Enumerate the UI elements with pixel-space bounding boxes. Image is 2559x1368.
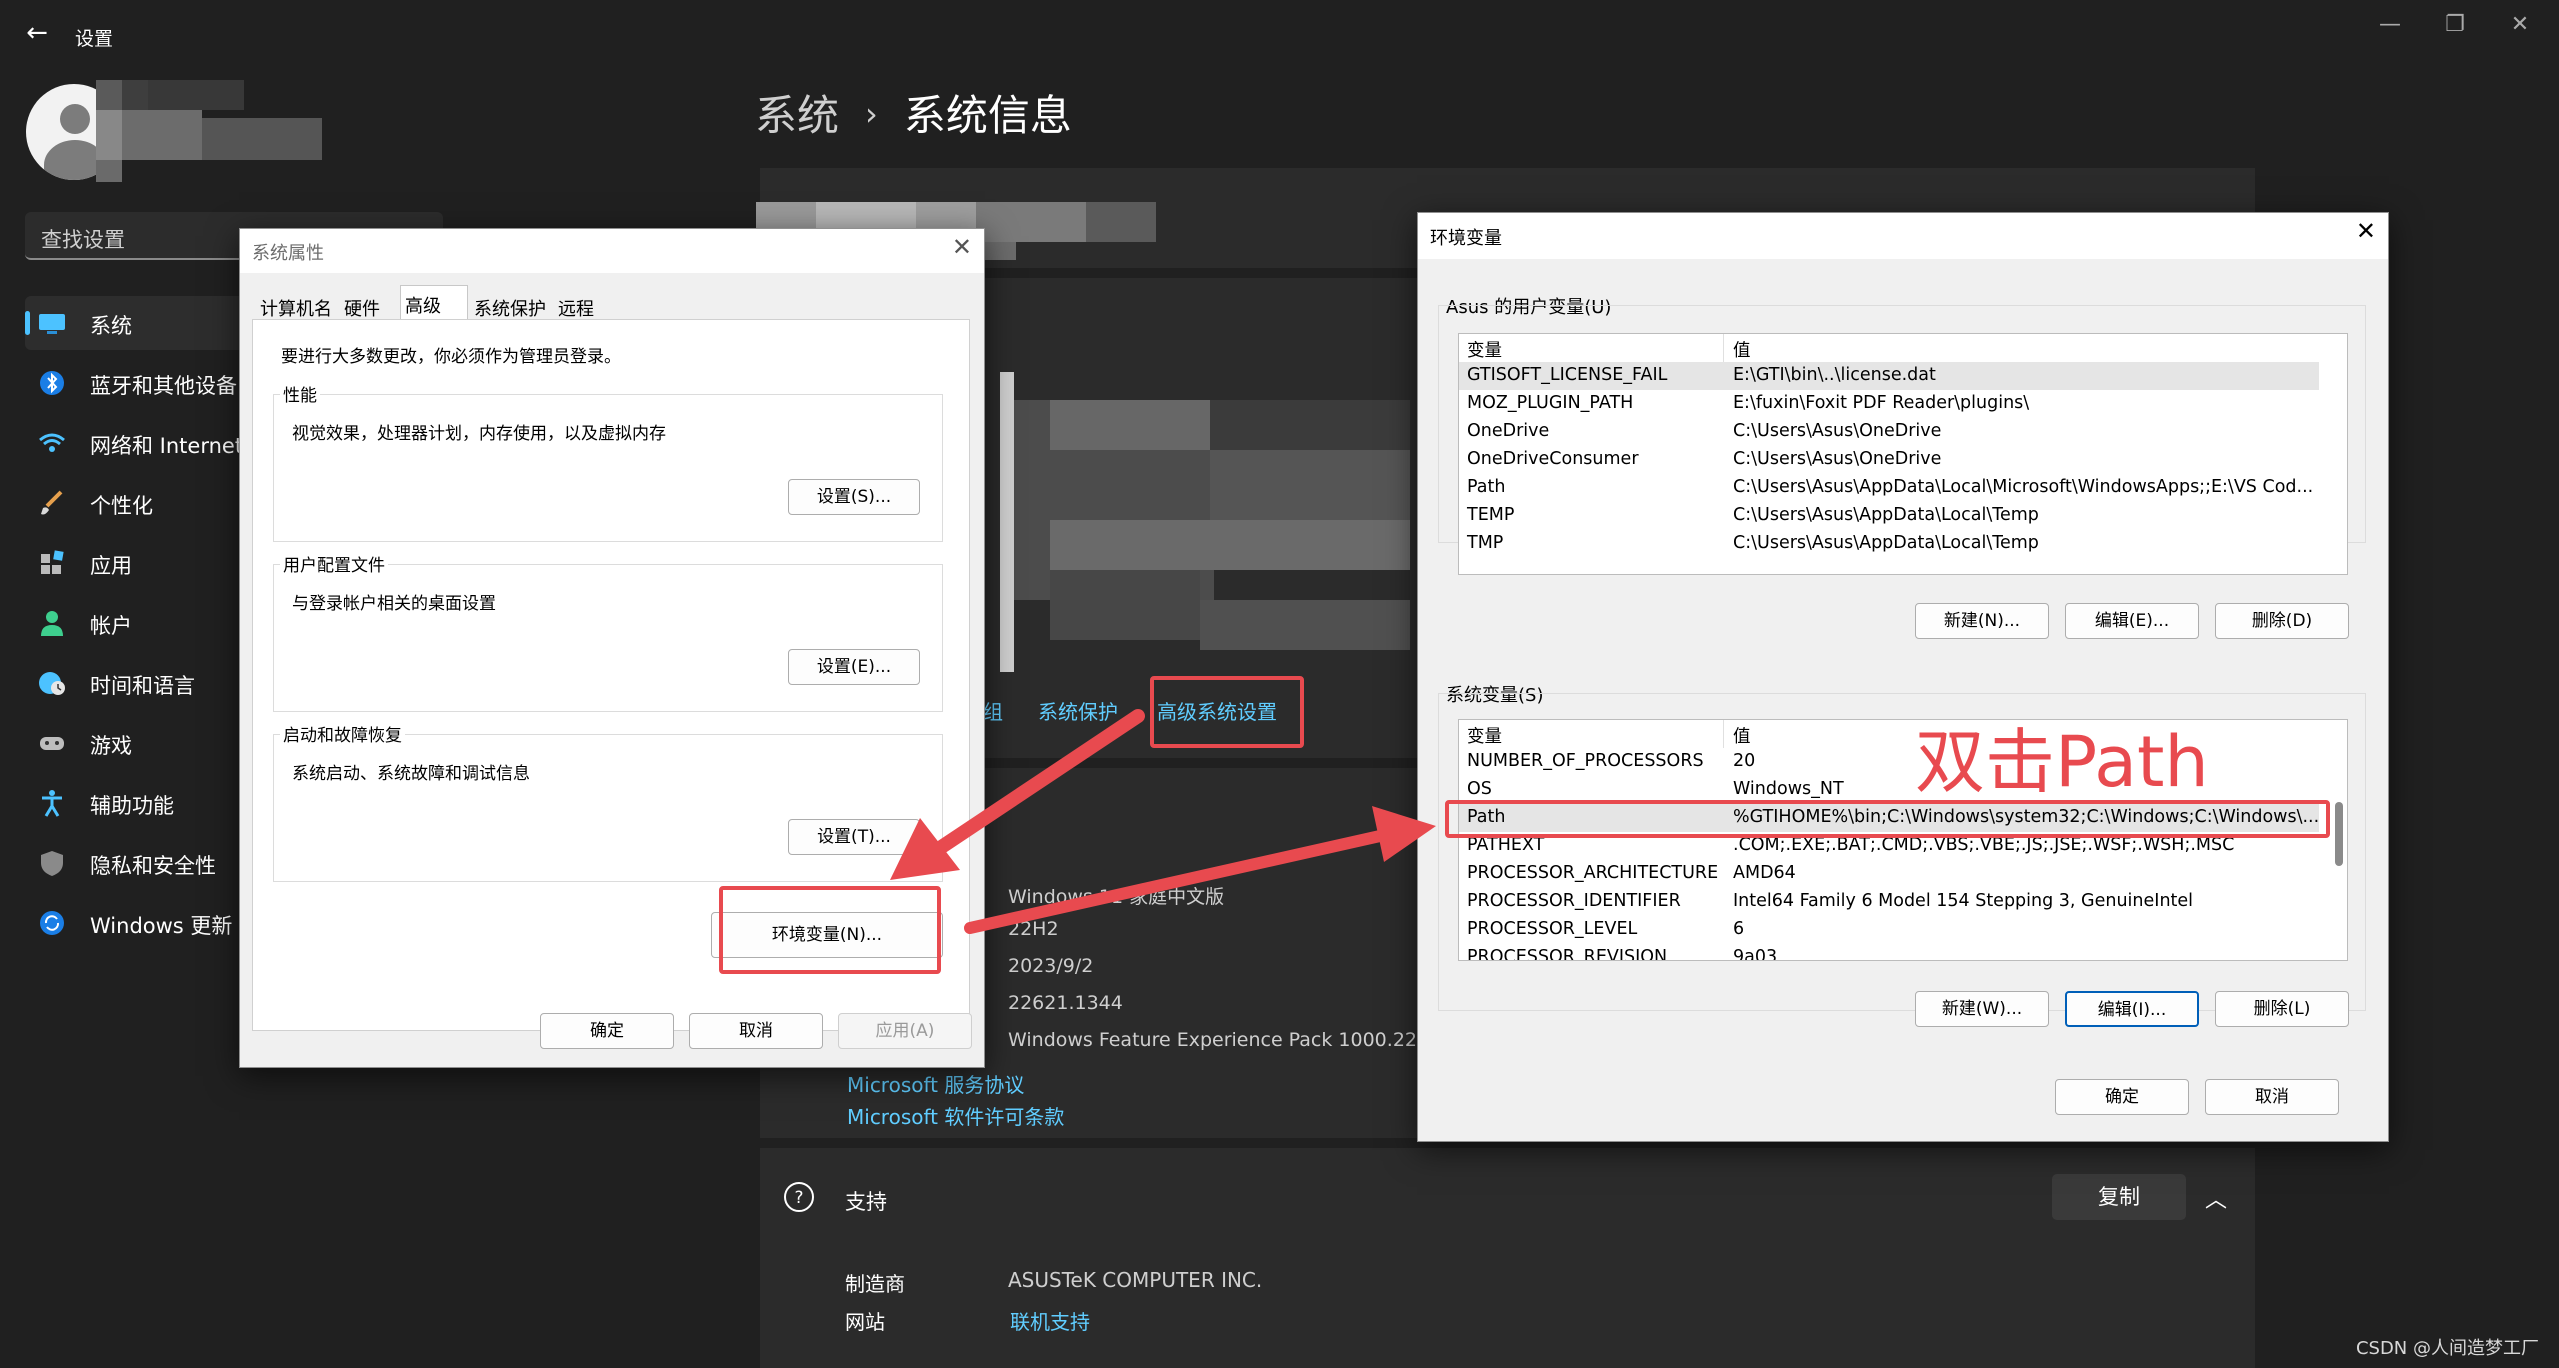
os-build: 22621.1344 [1008, 992, 1123, 1014]
ok-button[interactable]: 确定 [2055, 1079, 2189, 1115]
user-new-button[interactable]: 新建(N)... [1915, 603, 2049, 639]
accessibility-icon [42, 790, 62, 817]
tab-computer-name[interactable]: 计算机名 [256, 289, 336, 320]
ok-button[interactable]: 确定 [540, 1013, 674, 1049]
highlight-env-button [719, 886, 941, 974]
link-license-terms[interactable]: Microsoft 软件许可条款 [847, 1101, 1064, 1130]
performance-settings-button[interactable]: 设置(S)... [788, 479, 920, 515]
windows-version: 22H2 [1008, 918, 1059, 940]
experience-pack: Windows Feature Experience Pack 1000.226… [1008, 1029, 1442, 1051]
link-system-protection[interactable]: 系统保护 [1038, 696, 1118, 725]
list-item[interactable]: PROCESSOR_IDENTIFIER Intel64 Family 6 Mod… [1459, 888, 2319, 916]
wifi-icon [39, 433, 65, 452]
chevron-right-icon: › [865, 95, 878, 133]
group-title: 用户配置文件 [280, 551, 388, 576]
link-service-agreement[interactable]: Microsoft 服务协议 [847, 1069, 1024, 1098]
system-new-button[interactable]: 新建(W)... [1915, 991, 2049, 1027]
tab-hardware[interactable]: 硬件 [340, 289, 384, 320]
windows-edition: Windows 11 家庭中文版 [1008, 886, 1225, 908]
user-profiles-group: 用户配置文件 与登录帐户相关的桌面设置 设置(E)... [273, 551, 943, 712]
help-icon: ? [784, 1182, 814, 1212]
list-item[interactable]: PROCESSOR_REVISION 9a03 [1459, 944, 2319, 960]
gamepad-icon [40, 737, 64, 750]
list-header: 变量值 [1467, 341, 1751, 361]
close-icon[interactable]: ✕ [2356, 217, 2376, 245]
group-title: 性能 [280, 381, 320, 406]
tab-advanced[interactable]: 高级 [400, 285, 468, 321]
shield-icon [41, 851, 63, 876]
user-variables-list[interactable]: 变量值 GTISOFT_LICENSE_FAIL E:\GTI\bin\..\li… [1458, 333, 2348, 575]
group-description: 与登录帐户相关的桌面设置 [292, 594, 496, 614]
chevron-up-icon[interactable]: ︿ [2205, 1182, 2227, 1214]
manufacturer-value: ASUSTeK COMPUTER INC. [1008, 1268, 1263, 1292]
environment-variables-dialog: 环境变量 ✕ Asus 的用户变量(U) 变量值 GTISOFT_LICENSE… [1417, 212, 2389, 1142]
list-item[interactable]: OneDrive C:\Users\Asus\OneDrive [1459, 418, 2319, 446]
scrollbar-thumb[interactable] [2335, 802, 2343, 866]
group-description: 系统启动、系统故障和调试信息 [292, 764, 530, 784]
list-item[interactable]: PROCESSOR_LEVEL 6 [1459, 916, 2319, 944]
cancel-button[interactable]: 取消 [689, 1013, 823, 1049]
annotation-label: 双击Path [1915, 721, 2209, 803]
admin-note: 要进行大多数更改，你必须作为管理员登录。 [281, 347, 621, 367]
minimize-icon[interactable]: — [2370, 10, 2410, 40]
svg-text:?: ? [794, 1188, 803, 1208]
user-delete-button[interactable]: 删除(D) [2215, 603, 2349, 639]
system-delete-button[interactable]: 删除(L) [2215, 991, 2349, 1027]
link-domain[interactable]: 组 [983, 696, 1003, 725]
website-label: 网站 [845, 1310, 885, 1334]
restore-icon[interactable]: ❐ [2435, 10, 2475, 40]
support-card [760, 1148, 2255, 1368]
monitor-icon [39, 314, 65, 334]
support-title: 支持 [845, 1190, 887, 1214]
startup-recovery-group: 启动和故障恢复 系统启动、系统故障和调试信息 设置(T)... [273, 721, 943, 882]
install-date: 2023/9/2 [1008, 955, 1094, 977]
apply-button[interactable]: 应用(A) [838, 1013, 972, 1049]
dialog-title: 环境变量 [1430, 228, 1502, 249]
group-title: 启动和故障恢复 [280, 721, 405, 746]
app-title: 设置 [75, 28, 114, 50]
cancel-button[interactable]: 取消 [2205, 1079, 2339, 1115]
system-variables-list[interactable]: 变量值 NUMBER_OF_PROCESSORS 20 OS Windows_NT … [1458, 719, 2348, 961]
close-icon[interactable]: ✕ [2500, 10, 2540, 40]
list-item[interactable]: MOZ_PLUGIN_PATH E:\fuxin\Foxit PDF Reader… [1459, 390, 2319, 418]
performance-group: 性能 视觉效果，处理器计划，内存使用，以及虚拟内存 设置(S)... [273, 381, 943, 542]
breadcrumb-parent[interactable]: 系统 [755, 91, 839, 140]
apps-icon [41, 550, 64, 574]
startup-recovery-settings-button[interactable]: 设置(T)... [788, 819, 920, 855]
tab-system-protection[interactable]: 系统保护 [470, 289, 550, 320]
update-icon [40, 911, 64, 935]
watermark: CSDN @人间造梦工厂 [2355, 1338, 2539, 1359]
list-item[interactable]: TMP C:\Users\Asus\AppData\Local\Temp [1459, 530, 2319, 558]
list-item[interactable]: PROCESSOR_ARCHITECTURE AMD64 [1459, 860, 2319, 888]
tab-remote[interactable]: 远程 [554, 289, 598, 320]
list-item[interactable]: OneDriveConsumer C:\Users\Asus\OneDrive [1459, 446, 2319, 474]
person-icon [41, 611, 63, 636]
support-link[interactable]: 联机支持 [1010, 1306, 1090, 1335]
brush-icon [41, 490, 63, 515]
globe-clock-icon [39, 672, 65, 695]
system-edit-button[interactable]: 编辑(I)... [2065, 991, 2199, 1027]
group-description: 视觉效果，处理器计划，内存使用，以及虚拟内存 [292, 424, 666, 444]
close-icon[interactable]: ✕ [952, 233, 972, 261]
list-item[interactable]: Path C:\Users\Asus\AppData\Local\Microsof… [1459, 474, 2319, 502]
breadcrumb: 系统 › 系统信息 [755, 82, 1072, 143]
page-title: 系统信息 [903, 91, 1072, 140]
back-arrow-icon[interactable]: ← [22, 18, 52, 48]
user-profiles-settings-button[interactable]: 设置(E)... [788, 649, 920, 685]
list-item[interactable]: GTISOFT_LICENSE_FAIL E:\GTI\bin\..\licens… [1459, 362, 2319, 390]
copy-button[interactable]: 复制 [2052, 1174, 2186, 1220]
highlight-advanced-settings [1150, 676, 1304, 748]
list-item[interactable]: TEMP C:\Users\Asus\AppData\Local\Temp [1459, 502, 2319, 530]
user-edit-button[interactable]: 编辑(E)... [2065, 603, 2199, 639]
manufacturer-label: 制造商 [845, 1272, 905, 1296]
dialog-title: 系统属性 [252, 243, 324, 264]
bluetooth-icon [40, 371, 64, 395]
